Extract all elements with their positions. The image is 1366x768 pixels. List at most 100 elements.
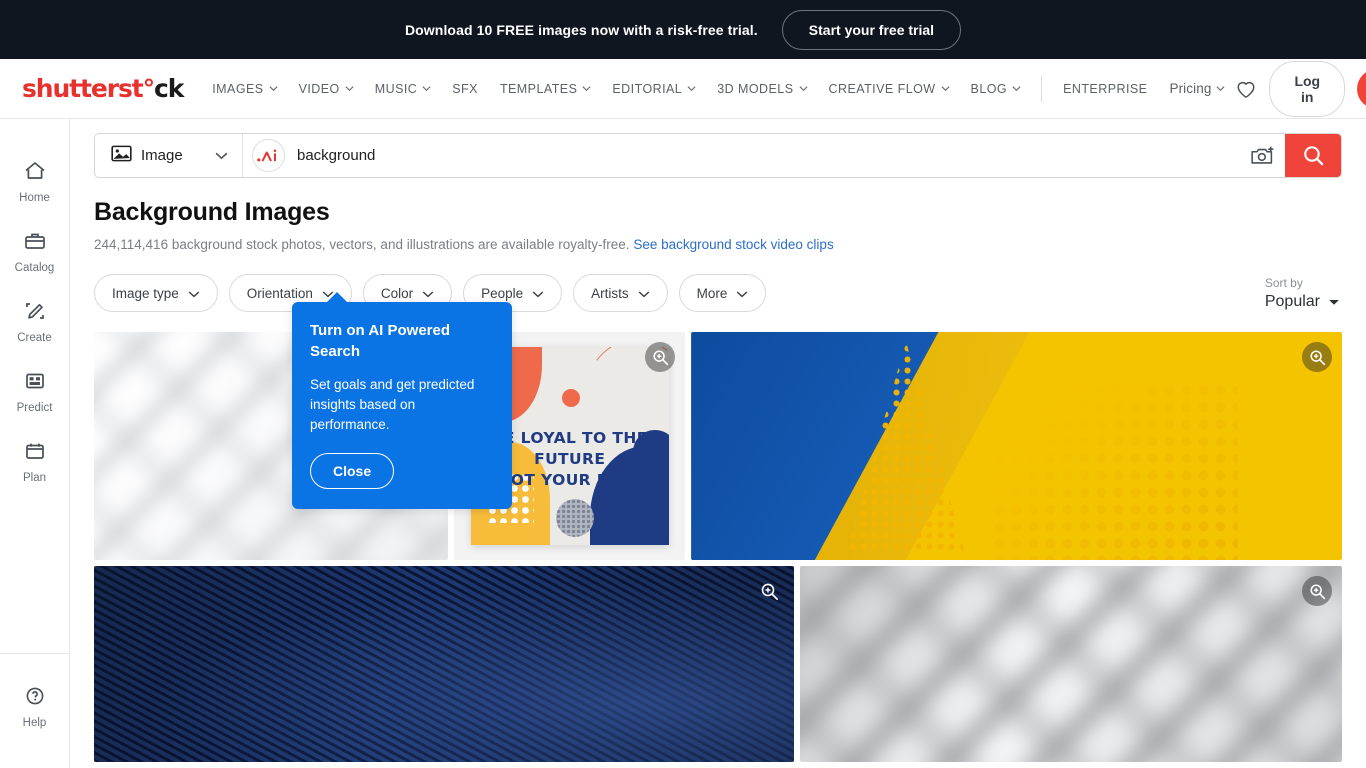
chevron-down-icon [422,84,431,92]
ai-search-popover: Turn on AI Powered Search Set goals and … [292,291,512,510]
results-header: Background Images 244,114,416 background… [70,178,1366,252]
sort-control: Sort by Popular [1265,276,1342,311]
sidebar-item-predict[interactable]: Predict [0,357,69,427]
nav-item-music[interactable]: MUSIC [364,74,442,104]
results-grid: BE LOYAL TO THE FUTURE NOT YOUR PAST [94,332,1342,762]
chevron-down-icon [941,84,950,92]
nav-label: VIDEO [298,81,340,96]
filter-label: More [696,285,728,301]
sidebar-item-label: Create [17,332,52,344]
nav-item-list: IMAGES VIDEO MUSIC SFX TEMPLATES EDITORI… [201,73,1235,104]
home-icon [23,160,47,187]
poster-circle-halftone [555,499,594,538]
magnifier-plus-icon[interactable] [645,342,676,372]
sidebar-item-home[interactable]: Home [0,147,69,217]
sidebar-item-label: Plan [22,472,47,484]
ai-search-toggle[interactable] [252,139,285,172]
video-clips-link[interactable]: See background stock video clips [633,237,833,252]
sort-value-text: Popular [1264,292,1320,310]
magnifier-plus-icon[interactable] [1302,342,1332,372]
sidebar-item-plan[interactable]: Plan [0,427,69,497]
result-tile-navy-lines[interactable] [94,566,795,762]
popover-body: Set goals and get predicted insights bas… [310,376,475,433]
promo-banner: Download 10 FREE images now with a risk-… [0,0,1366,59]
plan-icon [23,440,47,467]
caret-down-icon [1328,293,1340,311]
sidebar-item-create[interactable]: Create [0,287,69,357]
nav-item-creative-flow[interactable]: CREATIVE FLOW [818,74,960,104]
search-row: Image [70,119,1366,178]
camera-plus-icon[interactable] [1241,134,1285,177]
sidebar-item-label: Help [22,717,47,729]
filter-row: Image type Orientation Color People Arti… [94,274,1342,312]
sidebar-item-label: Catalog [14,262,55,274]
popover-title: Turn on AI Powered Search [310,322,451,361]
filter-label: Color [380,285,414,301]
filter-artists[interactable]: Artists [573,274,668,312]
chevron-down-icon [269,84,278,92]
chevron-down-icon [188,286,200,301]
nav-label: Pricing [1169,81,1212,96]
start-free-trial-button[interactable]: Start your free trial [781,9,962,50]
login-button[interactable]: Log in [1269,60,1346,117]
results-grid-row [94,566,1342,762]
asset-type-value: Image [141,147,183,164]
result-tile-blue-yellow[interactable] [691,332,1342,560]
chevron-down-icon [345,84,354,92]
filter-more[interactable]: More [678,274,767,312]
nav-label: ENTERPRISE [1063,81,1148,96]
sidebar-item-label: Home [19,192,50,204]
logo-text-part2: ck [154,74,184,103]
nav-item-3d-models[interactable]: 3D MODELS [706,74,817,104]
logo-comma-mark: ° [142,74,156,103]
top-navigation: shutterst°ck IMAGES VIDEO MUSIC SFX TEMP… [0,59,1366,119]
ai-logo-icon [256,148,276,162]
popover-close-button[interactable]: Close [310,453,395,490]
nav-item-sfx[interactable]: SFX [441,74,489,104]
left-sidebar: Home Catalog Create Predict Plan Help [0,119,70,768]
chevron-down-icon [422,286,434,301]
nav-item-templates[interactable]: TEMPLATES [489,74,601,104]
free-trial-button[interactable]: Free trial [1357,68,1366,109]
magnifier-plus-icon[interactable] [1302,576,1332,606]
sidebar-secondary-group: Help [0,653,69,768]
help-circle-icon [23,685,47,712]
catalog-icon [23,230,47,257]
asset-type-dropdown[interactable]: Image [95,134,243,177]
favorites-heart-icon[interactable] [1235,76,1257,102]
search-icon [1303,146,1323,166]
sidebar-item-catalog[interactable]: Catalog [0,217,69,287]
sort-dropdown[interactable]: Popular [1265,293,1340,311]
chevron-down-icon [687,84,696,92]
logo-text-part1: shutterst [22,74,144,103]
results-grid-row: BE LOYAL TO THE FUTURE NOT YOUR PAST [94,332,1342,560]
search-input[interactable] [285,134,1241,177]
page-title: Background Images [94,198,330,226]
result-thumbnail [800,566,1342,762]
nav-label: EDITORIAL [612,81,683,96]
search-submit-button[interactable] [1285,134,1341,177]
chevron-down-icon [582,84,591,92]
chevron-down-icon [638,286,650,301]
nav-item-video[interactable]: VIDEO [288,74,364,104]
shutterstock-logo[interactable]: shutterst°ck [22,74,184,103]
result-tile-grey-shadow[interactable] [800,566,1342,762]
nav-label: MUSIC [374,81,418,96]
nav-item-enterprise[interactable]: ENTERPRISE [1052,74,1158,104]
results-count-text: 244,114,416 background stock photos, vec… [94,237,630,252]
nav-item-editorial[interactable]: EDITORIAL [601,74,706,104]
magnifier-plus-icon[interactable] [754,576,784,606]
nav-item-images[interactable]: IMAGES [201,74,287,104]
results-count-line: 244,114,416 background stock photos, vec… [94,237,1342,252]
search-bar: Image [94,133,1342,178]
nav-item-pricing[interactable]: Pricing [1158,73,1235,104]
nav-item-blog[interactable]: BLOG [960,74,1032,104]
sort-by-label: Sort by [1264,275,1303,290]
sidebar-item-help[interactable]: Help [0,672,69,742]
nav-label: IMAGES [212,81,264,96]
main-content: Image background Background Images 244,1… [70,119,1366,768]
filter-image-type[interactable]: Image type [94,274,218,312]
result-thumbnail [691,332,1342,560]
thumb-halftone-field [990,382,1238,560]
sidebar-primary-group: Home Catalog Create Predict Plan [0,119,69,497]
